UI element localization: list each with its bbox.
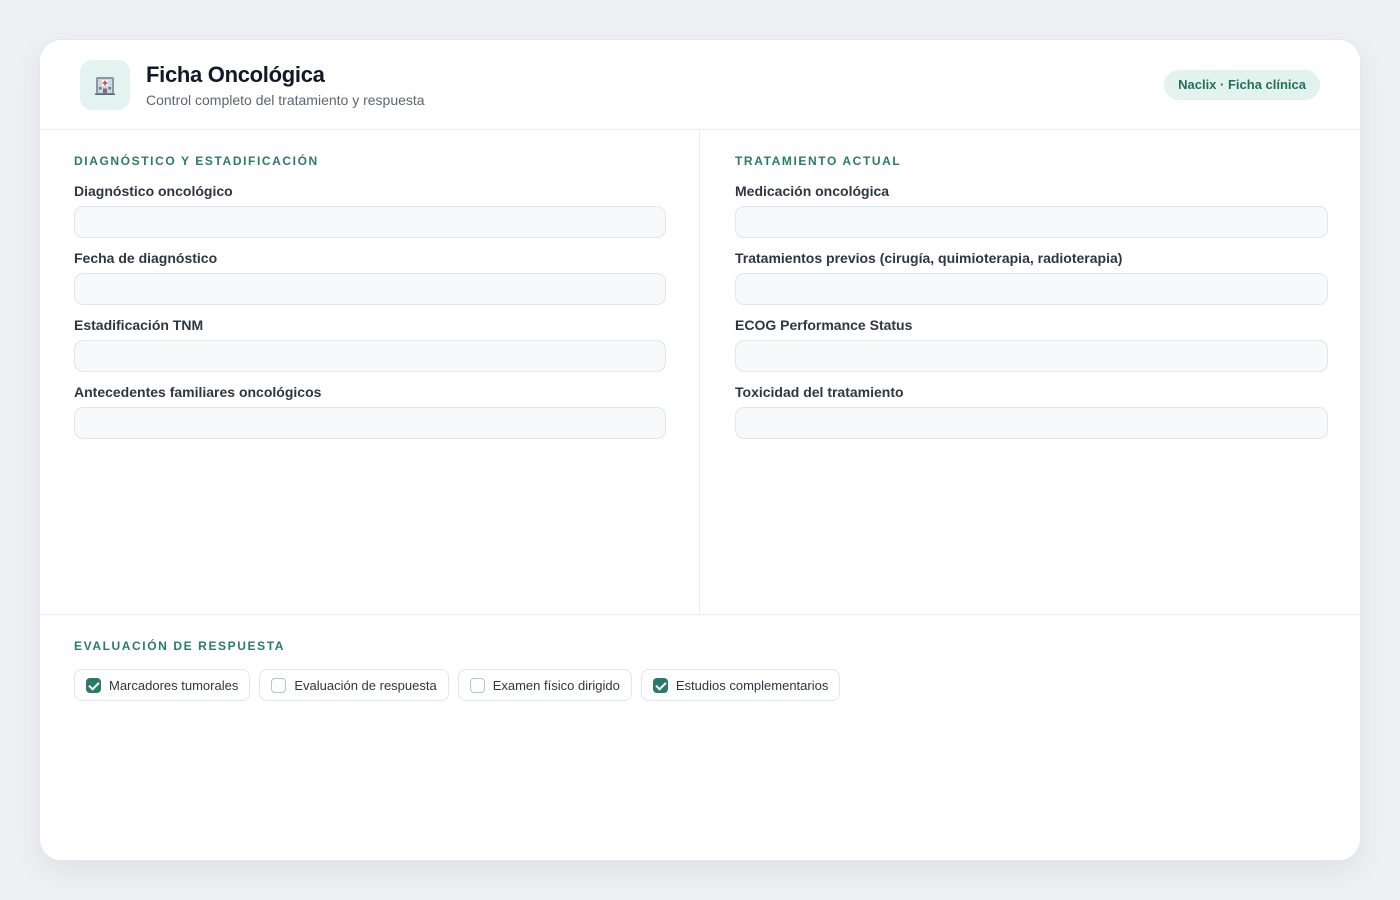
ecog-status-input[interactable]: [735, 340, 1328, 372]
section-title-evaluation: Evaluación de respuesta: [74, 639, 286, 653]
field-toxicidad-tratamiento: Toxicidad del tratamiento: [735, 383, 1328, 439]
form-header: Ficha Oncológica Control completo del tr…: [40, 40, 1360, 130]
field-label: Fecha de diagnóstico: [74, 250, 218, 266]
antecedentes-familiares-input[interactable]: [74, 407, 666, 439]
field-antecedentes-familiares: Antecedentes familiares oncológicos: [74, 383, 666, 439]
check-label: Evaluación de respuesta: [294, 677, 437, 693]
check-evaluacion-respuesta[interactable]: Evaluación de respuesta: [259, 669, 449, 701]
field-label: Diagnóstico oncológico: [74, 183, 233, 199]
toxicidad-tratamiento-input[interactable]: [735, 407, 1328, 439]
estadificacion-tnm-input[interactable]: [74, 340, 666, 372]
field-label: ECOG Performance Status: [735, 317, 913, 333]
response-evaluation-section: Evaluación de respuesta Marcadores tumor…: [40, 614, 1360, 860]
field-label: Estadificación TNM: [74, 317, 204, 333]
section-title-diagnosis: Diagnóstico y estadificación: [74, 154, 319, 168]
field-tratamientos-previos: Tratamientos previos (cirugía, quimioter…: [735, 249, 1328, 305]
check-label: Examen físico dirigido: [492, 677, 620, 693]
field-medicacion-oncologica: Medicación oncológica: [735, 182, 1328, 238]
evaluation-checklist: Marcadores tumorales Evaluación de respu…: [74, 669, 841, 701]
check-estudios-complementarios[interactable]: Estudios complementarios: [640, 669, 841, 701]
check-examen-fisico[interactable]: Examen físico dirigido: [457, 669, 632, 701]
app-badge: Naclix · Ficha clínica: [1164, 70, 1320, 100]
checkbox-icon[interactable]: [652, 677, 668, 693]
check-label: Marcadores tumorales: [109, 677, 239, 693]
field-label: Tratamientos previos (cirugía, quimioter…: [735, 250, 1123, 266]
field-diagnostico-oncologico: Diagnóstico oncológico: [74, 182, 666, 238]
field-label: Toxicidad del tratamiento: [735, 384, 904, 400]
field-fecha-diagnostico: Fecha de diagnóstico: [74, 249, 666, 305]
diagnostico-oncologico-input[interactable]: [74, 206, 666, 238]
checkbox-icon[interactable]: [86, 677, 101, 693]
page-title: Ficha Oncológica: [146, 62, 325, 87]
hospital-icon: [80, 60, 130, 110]
tratamientos-previos-input[interactable]: [735, 273, 1328, 305]
field-label: Antecedentes familiares oncológicos: [74, 384, 322, 400]
treatment-section: Tratamiento actual Medicación oncológica…: [700, 130, 1360, 614]
page-subtitle: Control completo del tratamiento y respu…: [146, 92, 425, 108]
diagnosis-section: Diagnóstico y estadificación Diagnóstico…: [40, 130, 700, 614]
section-title-treatment: Tratamiento actual: [735, 154, 902, 168]
field-estadificacion-tnm: Estadificación TNM: [74, 316, 666, 372]
checkbox-icon[interactable]: [469, 677, 485, 693]
checkbox-icon[interactable]: [271, 677, 287, 693]
medicacion-oncologica-input[interactable]: [735, 206, 1328, 238]
check-marcadores-tumorales[interactable]: Marcadores tumorales: [74, 669, 251, 701]
field-label: Medicación oncológica: [735, 183, 890, 199]
fecha-diagnostico-input[interactable]: [74, 273, 666, 305]
check-label: Estudios complementarios: [675, 677, 829, 693]
clinical-form-card: Ficha Oncológica Control completo del tr…: [39, 39, 1361, 861]
field-ecog-status: ECOG Performance Status: [735, 316, 1328, 372]
